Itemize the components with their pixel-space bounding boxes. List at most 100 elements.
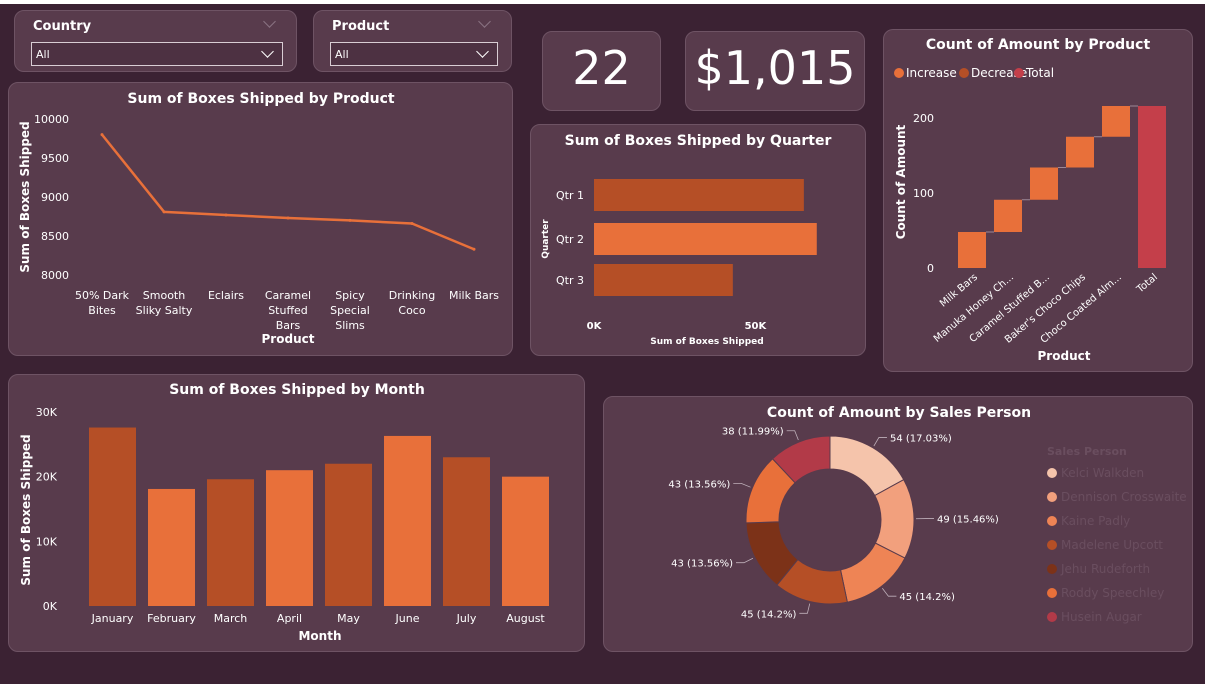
bar-march: [207, 479, 254, 606]
y-tick-label: 9000: [41, 191, 69, 204]
waterfall-chart: Count of Amount by ProductIncrease Decrea…: [894, 37, 1166, 363]
y-axis-title: Quarter: [541, 219, 551, 259]
waterfall-chart-card[interactable]: Count of Amount by Product Increase Decrea…: [883, 29, 1193, 372]
x-tick-label: April: [277, 612, 302, 625]
data-label: 45 (14.2%): [899, 592, 955, 603]
waterfall-bar: [1102, 106, 1130, 137]
country-dropdown-value: All: [36, 48, 50, 61]
legend-marker: [959, 68, 969, 78]
x-tick-label: Spicy Special Slims: [330, 289, 370, 332]
legend-marker: [1047, 564, 1057, 574]
y-tick-label: Qtr 1: [556, 189, 584, 202]
y-tick-label: 20K: [36, 471, 58, 484]
quarter-bar-chart-card[interactable]: Sum of Boxes Shipped by Quarter Qtr 1 Qtr …: [530, 124, 866, 356]
leader-line: [873, 437, 887, 447]
legend-label: Jehu Rudeforth: [1060, 562, 1150, 576]
y-tick-label: 200: [913, 112, 934, 125]
kpi-amount-value: $1,015: [694, 41, 856, 95]
y-tick-label: Qtr 2: [556, 233, 584, 246]
x-axis-title: Product: [262, 332, 315, 346]
kpi-count-card: 22: [542, 31, 661, 111]
leader-line: [736, 557, 754, 564]
bar-qtr-1: [594, 179, 804, 211]
legend-marker: [894, 68, 904, 78]
x-tick-label: 50K: [745, 321, 768, 332]
line-chart: Sum of Boxes Shipped by Product 10000 9500…: [18, 91, 499, 346]
x-tick-label: Drinking Coco: [389, 289, 435, 317]
y-tick-label: 8000: [41, 269, 69, 282]
x-tick-label: July: [456, 612, 477, 625]
legend-label: Roddy Speechley: [1061, 586, 1164, 600]
x-tick-label: Total: [1134, 272, 1160, 296]
country-dropdown[interactable]: All: [31, 42, 283, 66]
x-tick-label: Smooth Sliky Salty: [136, 289, 193, 317]
x-tick-label: June: [395, 612, 420, 625]
line-chart-card[interactable]: Sum of Boxes Shipped by Product 10000 9500…: [8, 82, 513, 356]
y-tick-label: 0: [927, 262, 934, 275]
legend-label: Husein Augar: [1061, 610, 1142, 624]
quarter-bar-chart: Sum of Boxes Shipped by Quarter Qtr 1 Qtr …: [541, 133, 832, 347]
leader-line: [733, 482, 751, 488]
line-series-boxes-shipped: [101, 133, 475, 251]
product-dropdown[interactable]: All: [330, 42, 498, 66]
leader-line: [882, 588, 897, 597]
legend-label: Total: [1025, 66, 1054, 80]
x-tick-label: August: [506, 612, 545, 625]
line-point: [472, 247, 476, 251]
legend-marker: [1047, 612, 1057, 622]
legend-marker: [1047, 540, 1057, 550]
x-axis-title: Sum of Boxes Shipped: [650, 337, 763, 347]
data-label: 54 (17.03%): [890, 433, 952, 444]
y-tick-label: 10000: [34, 113, 69, 126]
line-point: [224, 213, 228, 217]
x-axis-title: Month: [298, 629, 341, 643]
chart-title: Sum of Boxes Shipped by Quarter: [565, 133, 832, 149]
bar-june: [384, 435, 431, 606]
legend-marker: [1047, 468, 1057, 478]
y-tick-label: 9500: [41, 152, 69, 165]
bar-may: [325, 463, 372, 606]
waterfall-bar: [1138, 106, 1166, 268]
kpi-amount-card: $1,015: [685, 31, 865, 111]
donut-chart-card[interactable]: Count of Amount by Sales Person 54 (17.03…: [603, 396, 1193, 652]
product-dropdown-value: All: [335, 48, 349, 61]
chart-title: Count of Amount by Product: [926, 37, 1151, 53]
legend-marker: [1047, 588, 1057, 598]
chevron-down-icon: [261, 45, 274, 58]
waterfall-bar: [1030, 167, 1058, 200]
collapse-icon[interactable]: [478, 15, 491, 28]
chart-title: Count of Amount by Sales Person: [767, 405, 1031, 421]
legend-label: Madelene Upcott: [1061, 538, 1163, 552]
bar-april: [266, 470, 313, 606]
legend-marker: [1014, 68, 1024, 78]
collapse-icon[interactable]: [263, 15, 276, 28]
waterfall-bar: [958, 232, 986, 268]
x-tick-label: February: [147, 612, 196, 625]
x-axis-title: Product: [1038, 349, 1091, 363]
y-tick-label: 30K: [36, 406, 58, 419]
data-label: 45 (14.2%): [741, 609, 797, 620]
x-tick-label: Milk Bars: [449, 289, 499, 302]
leader-line: [786, 430, 799, 441]
data-label: 43 (13.56%): [668, 479, 730, 490]
line-point: [348, 218, 352, 222]
product-slicer-title: Product: [332, 19, 390, 34]
legend-label: Kaine Padly: [1061, 514, 1130, 528]
country-slicer-title: Country: [33, 19, 92, 34]
bar-january: [89, 427, 136, 606]
month-bar-chart-card[interactable]: Sum of Boxes Shipped by Month 30K 20K 10K 0K…: [8, 374, 585, 652]
month-bar-chart: Sum of Boxes Shipped by Month 30K 20K 10K 0K…: [19, 382, 549, 643]
data-label: 38 (11.99%): [722, 427, 784, 438]
y-axis-title: Sum of Boxes Shipped: [18, 121, 32, 272]
legend-title: Sales Person: [1047, 445, 1127, 458]
legend-marker: [1047, 516, 1057, 526]
x-tick-label: Eclairs: [208, 289, 244, 302]
x-tick-label: Caramel Stuffed Bars: [265, 289, 311, 332]
data-label: 43 (13.56%): [671, 559, 733, 570]
waterfall-bar: [1066, 136, 1094, 168]
bar-february: [148, 488, 195, 606]
product-slicer: Product All: [313, 10, 512, 72]
chevron-down-icon: [476, 45, 489, 58]
y-tick-label: 100: [913, 187, 934, 200]
bar-qtr-2: [594, 223, 817, 255]
